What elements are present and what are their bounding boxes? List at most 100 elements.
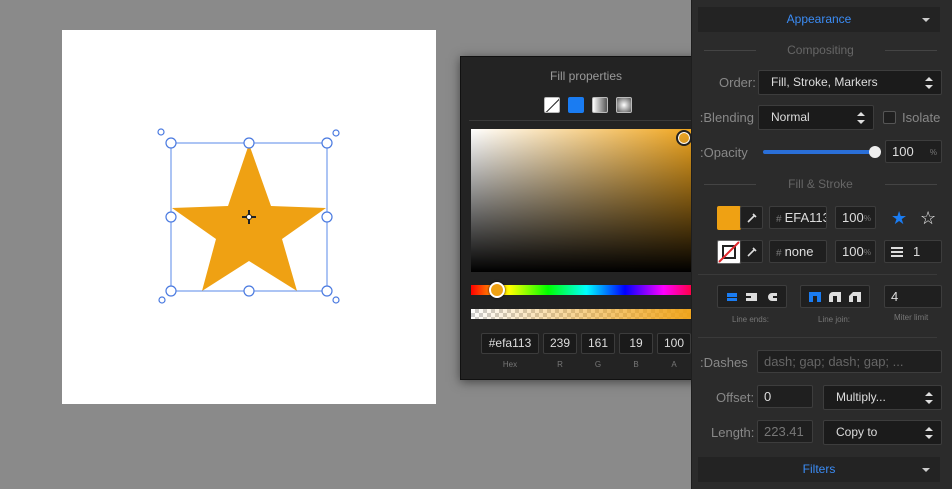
star-outline-icon[interactable]: ☆ — [920, 209, 936, 227]
fill-properties-popup: Fill properties #efa113 Hex 239 R 161 G … — [460, 56, 712, 380]
alpha-field-group: 100 A — [657, 333, 691, 369]
offset-mode-value: Multiply... — [836, 390, 886, 404]
resize-handle-n[interactable] — [243, 137, 255, 149]
updown-arrows-icon — [925, 392, 933, 404]
rotate-handle-se[interactable] — [332, 296, 340, 304]
blending-select[interactable]: Normal — [758, 105, 874, 130]
chevron-down-icon — [922, 18, 930, 22]
appearance-header-label: Appearance — [786, 12, 852, 26]
resize-handle-se[interactable] — [321, 285, 333, 297]
isolate-checkbox[interactable] — [883, 111, 896, 124]
updown-arrows-icon — [857, 112, 865, 124]
line-join-group — [800, 285, 870, 308]
line-ends-label: Line ends: — [732, 315, 769, 324]
filters-header-label: Filters — [802, 462, 836, 476]
line-end-square-icon[interactable] — [745, 291, 759, 303]
filters-header[interactable]: Filters — [698, 457, 940, 482]
length-mode-value: Copy to — [836, 425, 878, 439]
green-label: G — [594, 360, 602, 369]
line-join-miter-icon[interactable] — [808, 291, 822, 303]
color-value-fields: #efa113 Hex 239 R 161 G 19 B 100 A — [481, 333, 691, 369]
red-field-group: 239 R — [543, 333, 577, 369]
red-input[interactable]: 239 — [543, 333, 577, 354]
blue-input[interactable]: 19 — [619, 333, 653, 354]
resize-handle-e[interactable] — [321, 211, 333, 223]
resize-handle-s[interactable] — [243, 285, 255, 297]
order-select[interactable]: Fill, Stroke, Markers — [758, 70, 942, 95]
green-input[interactable]: 161 — [581, 333, 615, 354]
fill-type-selector — [544, 97, 632, 113]
selected-star-shape[interactable] — [157, 128, 340, 304]
rotate-handle-sw[interactable] — [158, 296, 166, 304]
isolate-label: Isolate — [902, 110, 941, 125]
stroke-color-swatch[interactable] — [717, 240, 741, 264]
compositing-title: Compositing — [698, 43, 943, 57]
fill-radial-gradient-icon[interactable] — [616, 97, 632, 113]
hue-slider[interactable] — [471, 285, 702, 295]
miter-limit-input[interactable]: 4 — [884, 285, 942, 308]
fill-linear-gradient-icon[interactable] — [592, 97, 608, 113]
hex-input[interactable]: #efa113 — [481, 333, 539, 354]
blue-label: B — [633, 360, 639, 369]
alpha-input[interactable]: 100 — [657, 333, 691, 354]
resize-handle-ne[interactable] — [321, 137, 333, 149]
fill-color-swatch[interactable] — [717, 206, 741, 230]
resize-handle-nw[interactable] — [165, 137, 177, 149]
order-select-value: Fill, Stroke, Markers — [771, 75, 878, 89]
resize-handle-w[interactable] — [165, 211, 177, 223]
hue-slider-handle[interactable] — [489, 282, 505, 298]
line-join-bevel-icon[interactable] — [848, 291, 862, 303]
opacity-slider-knob[interactable] — [869, 146, 881, 158]
line-end-butt-icon[interactable] — [725, 291, 739, 303]
fill-eyedropper-button[interactable] — [740, 206, 763, 229]
fill-opacity-input[interactable]: 100% — [835, 206, 876, 229]
star-filled-icon[interactable]: ★ — [891, 209, 907, 227]
fill-solid-icon[interactable] — [568, 97, 584, 113]
blending-select-value: Normal — [771, 110, 810, 124]
order-label: Order: — [719, 75, 756, 90]
divider — [698, 274, 937, 275]
appearance-header[interactable]: Appearance — [698, 7, 940, 32]
stroke-hex-input[interactable]: # none — [769, 240, 827, 263]
line-ends-group — [717, 285, 787, 308]
dashes-input[interactable]: dash; gap; dash; gap; ... — [757, 350, 942, 373]
fill-none-icon[interactable] — [544, 97, 560, 113]
properties-panel: Appearance Compositing Order: Fill, Stro… — [691, 0, 952, 489]
red-label: R — [557, 360, 563, 369]
alpha-slider[interactable] — [471, 309, 702, 319]
opacity-input[interactable]: 100% — [885, 140, 942, 163]
saturation-value-picker[interactable] — [471, 129, 702, 272]
line-weight-icon — [891, 247, 903, 257]
popup-title: Fill properties — [549, 69, 623, 83]
updown-arrows-icon — [925, 77, 933, 89]
rotate-handle-ne[interactable] — [332, 129, 340, 137]
chevron-down-icon — [922, 468, 930, 472]
length-mode-select[interactable]: Copy to — [823, 420, 942, 445]
stroke-width-input[interactable]: 1 — [884, 240, 942, 263]
saturation-value-handle[interactable] — [676, 130, 692, 146]
divider — [469, 120, 705, 121]
offset-input[interactable]: 0 — [757, 385, 813, 408]
opacity-label: Opacity: — [700, 145, 748, 160]
stroke-eyedropper-button[interactable] — [740, 240, 763, 263]
fill-hex-input[interactable]: # EFA113 — [769, 206, 827, 229]
divider — [698, 337, 937, 338]
resize-handle-sw[interactable] — [165, 285, 177, 297]
dashes-label: Dashes: — [700, 355, 748, 370]
opacity-slider[interactable] — [763, 150, 875, 154]
green-field-group: 161 G — [581, 333, 615, 369]
hex-field-group: #efa113 Hex — [481, 333, 539, 369]
offset-mode-select[interactable]: Multiply... — [823, 385, 942, 410]
fill-stroke-title: Fill & Stroke — [698, 177, 943, 191]
line-end-round-icon[interactable] — [765, 291, 779, 303]
eyedropper-icon — [746, 212, 757, 223]
hex-label: Hex — [502, 360, 518, 369]
blending-label: Blending: — [700, 110, 754, 125]
offset-label: Offset: — [716, 390, 755, 405]
stroke-opacity-input[interactable]: 100% — [835, 240, 876, 263]
blue-field-group: 19 B — [619, 333, 653, 369]
length-input[interactable]: 223.41 — [757, 420, 813, 443]
rotate-handle-nw[interactable] — [157, 128, 165, 136]
line-join-round-icon[interactable] — [828, 291, 842, 303]
eyedropper-icon — [746, 246, 757, 257]
